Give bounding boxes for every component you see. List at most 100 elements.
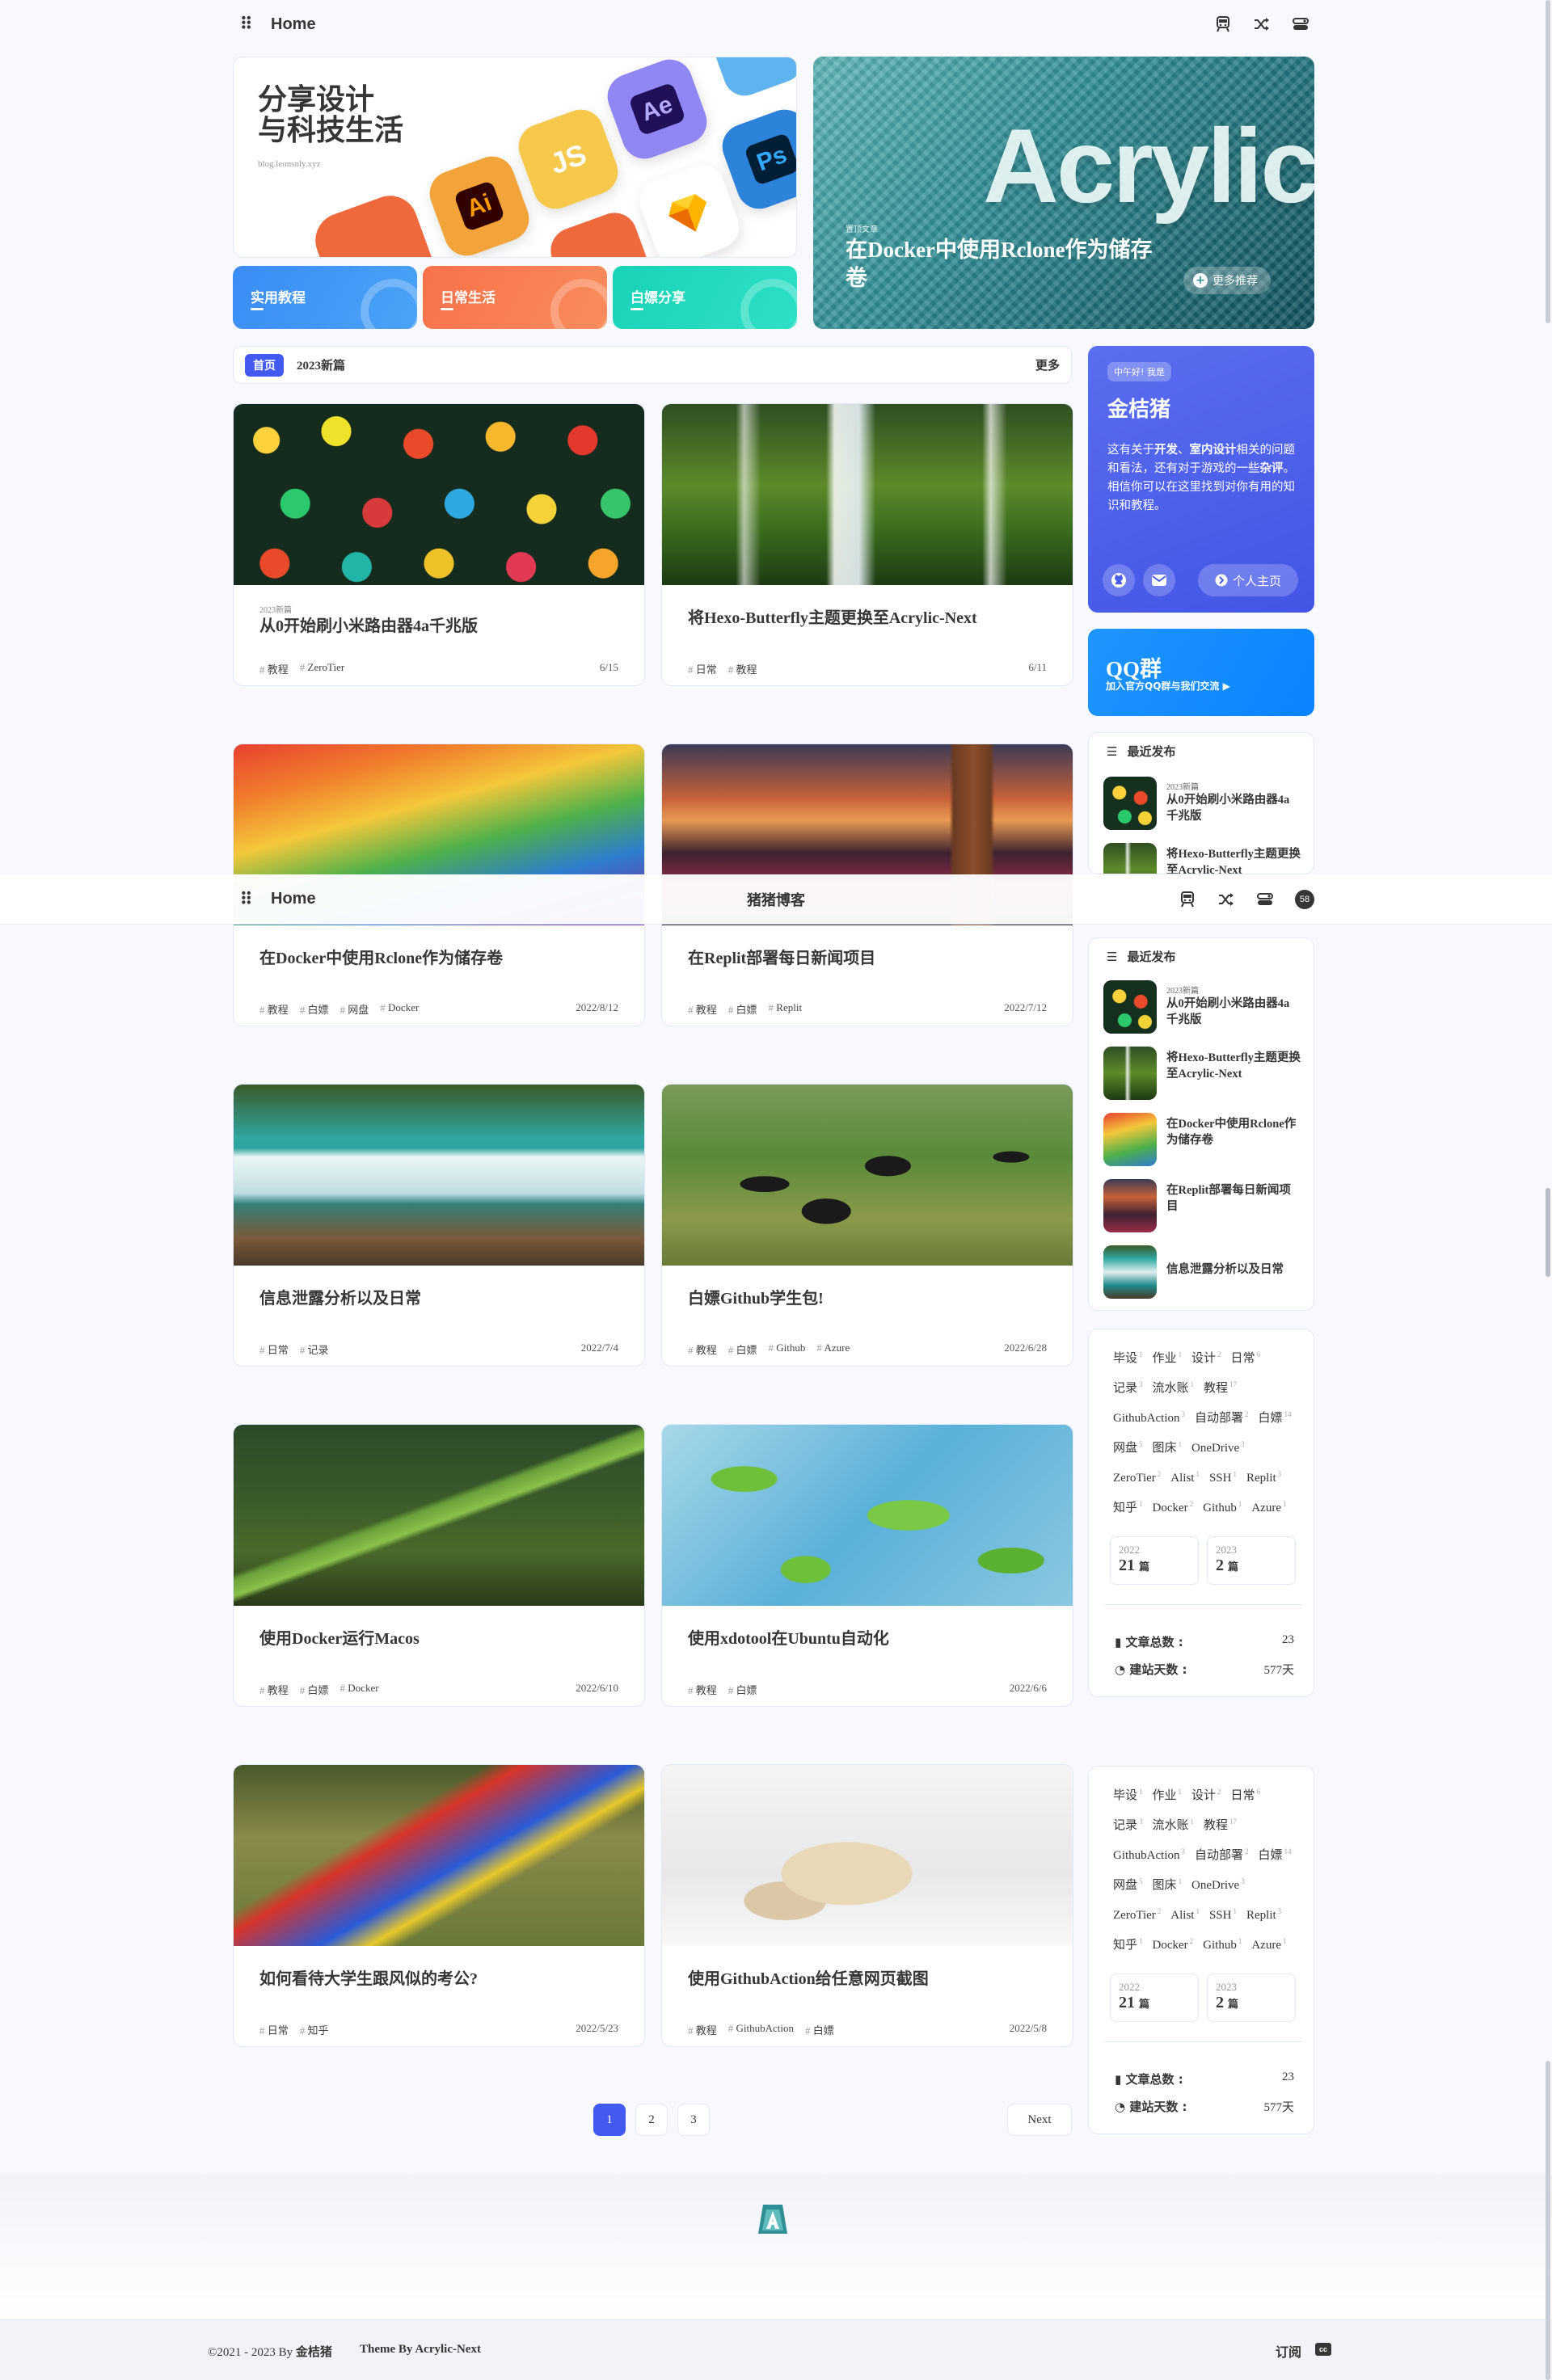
page-3-button[interactable]: 3 [677, 2104, 710, 2136]
post-tag[interactable]: 白嫖 [728, 1682, 757, 1697]
scroll-percent-badge[interactable]: 58 [1295, 889, 1314, 909]
tag-link[interactable]: 设计 2 [1191, 1783, 1221, 1805]
category-freebies-button[interactable]: 白嫖分享 [613, 266, 797, 329]
tag-link[interactable]: 流水账 1 [1153, 1375, 1195, 1397]
personal-home-button[interactable]: 个人主页 [1198, 564, 1298, 596]
post-tag[interactable]: 日常 [688, 661, 717, 676]
recent-item[interactable]: 在Docker中使用Rclone作为储存卷 [1103, 1113, 1301, 1166]
tag-link[interactable]: ZeroTier 2 [1113, 1465, 1161, 1487]
featured-post-card[interactable]: Acrylic 置顶文章 在Docker中使用Rclone作为储存卷 + 更多推… [813, 57, 1314, 329]
tag-link[interactable]: ZeroTier 2 [1113, 1902, 1161, 1924]
qq-group-card[interactable]: QQ群 加入官方QQ群与我们交流 ▶ [1088, 629, 1314, 716]
post-tag[interactable]: Docker [380, 1001, 419, 1017]
post-tag[interactable]: 教程 [688, 1001, 717, 1017]
post-card[interactable]: 将Hexo-Butterfly主题更换至Acrylic-Next 日常教程 6/… [661, 403, 1073, 686]
tag-link[interactable]: 知乎 1 [1113, 1495, 1143, 1517]
recent-item[interactable]: 信息泄露分析以及日常 [1103, 1245, 1301, 1299]
scrollbar-thumb[interactable] [1546, 1188, 1550, 1277]
tag-link[interactable]: Replit 3 [1246, 1465, 1281, 1487]
tab-2023[interactable]: 2023新篇 [297, 356, 345, 373]
menu-grid-icon[interactable]: ⠿ [239, 14, 253, 35]
post-tag[interactable]: ZeroTier [300, 661, 345, 676]
shuffle-icon[interactable] [1217, 891, 1235, 908]
tag-link[interactable]: 毕设 1 [1113, 1783, 1143, 1805]
post-title[interactable]: 使用xdotool在Ubuntu自动化 [688, 1625, 1052, 1649]
more-recommend-button[interactable]: + 更多推荐 [1183, 267, 1271, 294]
post-title[interactable]: 在Replit部署每日新闻项目 [688, 945, 1052, 968]
post-title[interactable]: 将Hexo-Butterfly主题更换至Acrylic-Next [688, 604, 1052, 628]
scrollbar-thumb[interactable] [1546, 2061, 1550, 2380]
category-tutorials-button[interactable]: 实用教程 [233, 266, 417, 329]
category-daily-button[interactable]: 日常生活 [423, 266, 607, 329]
tag-link[interactable]: Docker 2 [1153, 1495, 1194, 1517]
recent-item[interactable]: 将Hexo-Butterfly主题更换至Acrylic-Next [1103, 843, 1301, 874]
post-title[interactable]: 在Docker中使用Rclone作为储存卷 [259, 945, 623, 968]
page-1-button[interactable]: 1 [593, 2104, 626, 2136]
theme-credit[interactable]: Theme By Acrylic-Next [360, 2343, 481, 2357]
tab-home[interactable]: 首页 [245, 353, 284, 377]
tag-link[interactable]: 自动部署 2 [1195, 1843, 1249, 1864]
tag-link[interactable]: 作业 1 [1153, 1783, 1183, 1805]
subscribe-link[interactable]: 订阅 [1276, 2341, 1301, 2361]
post-tag[interactable]: 白嫖 [805, 2022, 834, 2037]
post-title[interactable]: 使用Docker运行Macos [259, 1625, 623, 1649]
tag-link[interactable]: 日常 6 [1231, 1783, 1261, 1805]
post-tag[interactable]: 教程 [688, 2022, 717, 2037]
tag-link[interactable]: 自动部署 2 [1195, 1405, 1249, 1427]
post-title[interactable]: 信息泄露分析以及日常 [259, 1285, 623, 1308]
tag-link[interactable]: 设计 2 [1191, 1346, 1221, 1367]
site-logo-icon[interactable] [755, 2201, 791, 2237]
post-card[interactable]: 信息泄露分析以及日常 日常记录 2022/7/4 [233, 1084, 645, 1367]
post-tag[interactable]: 日常 [259, 2022, 289, 2037]
archive-year-2022[interactable]: 2022 21 篇 [1110, 1974, 1199, 2022]
train-icon[interactable] [1214, 15, 1232, 33]
post-tag[interactable]: 教程 [259, 1682, 289, 1697]
tag-link[interactable]: 网盘 5 [1113, 1435, 1143, 1457]
post-tag[interactable]: 教程 [728, 661, 757, 676]
post-tag[interactable]: 网盘 [340, 1001, 369, 1017]
tag-link[interactable]: 流水账 1 [1153, 1813, 1195, 1834]
tag-link[interactable]: 网盘 5 [1113, 1872, 1143, 1894]
tag-link[interactable]: Docker 2 [1153, 1932, 1194, 1954]
tag-link[interactable]: 记录 3 [1113, 1813, 1143, 1834]
train-icon[interactable] [1179, 891, 1196, 908]
post-title[interactable]: 从0开始刷小米路由器4a千兆版 [259, 613, 623, 636]
post-title[interactable]: 白嫖Github学生包! [688, 1285, 1052, 1308]
post-tag[interactable]: 知乎 [300, 2022, 329, 2037]
tag-link[interactable]: Replit 3 [1246, 1902, 1281, 1924]
next-page-button[interactable]: Next [1007, 2104, 1072, 2136]
post-tag[interactable]: 教程 [259, 1001, 289, 1017]
tag-link[interactable]: GithubAction 3 [1113, 1843, 1185, 1864]
post-title[interactable]: 如何看待大学生跟风似的考公? [259, 1965, 623, 1989]
tag-link[interactable]: OneDrive 3 [1191, 1435, 1245, 1457]
post-card[interactable]: 2023新篇 从0开始刷小米路由器4a千兆版 教程ZeroTier 6/15 [233, 403, 645, 686]
tag-link[interactable]: 图床 1 [1153, 1435, 1183, 1457]
tag-link[interactable]: Github 1 [1203, 1495, 1242, 1517]
tag-link[interactable]: SSH 1 [1209, 1465, 1237, 1487]
tag-link[interactable]: OneDrive 3 [1191, 1872, 1245, 1894]
tag-link[interactable]: 白嫖 14 [1259, 1405, 1292, 1427]
tag-link[interactable]: 教程 17 [1204, 1813, 1237, 1834]
tag-link[interactable]: 日常 6 [1231, 1346, 1261, 1367]
tag-link[interactable]: 白嫖 14 [1259, 1843, 1292, 1864]
tag-link[interactable]: 教程 17 [1204, 1375, 1237, 1397]
archive-year-2022[interactable]: 2022 21 篇 [1110, 1536, 1199, 1585]
tag-link[interactable]: Azure 1 [1251, 1932, 1286, 1954]
post-card[interactable]: 使用xdotool在Ubuntu自动化 教程白嫖 2022/6/6 [661, 1424, 1073, 1707]
tag-link[interactable]: Github 1 [1203, 1932, 1242, 1954]
category-more-link[interactable]: 更多 [1035, 356, 1060, 373]
recent-item[interactable]: 在Replit部署每日新闻项目 [1103, 1179, 1301, 1232]
post-card[interactable]: 使用Docker运行Macos 教程白嫖 Docker 2022/6/10 [233, 1424, 645, 1707]
post-tag[interactable]: Replit [769, 1001, 802, 1017]
tag-link[interactable]: Alist 1 [1170, 1465, 1200, 1487]
post-card[interactable]: 如何看待大学生跟风似的考公? 日常知乎 2022/5/23 [233, 1764, 645, 2047]
post-tag[interactable]: 记录 [300, 1342, 329, 1357]
cc-license-icon[interactable]: cc [1315, 2343, 1331, 2356]
email-icon[interactable] [1143, 564, 1175, 596]
tag-link[interactable]: 作业 1 [1153, 1346, 1183, 1367]
recent-item[interactable]: 2023新篇 从0开始刷小米路由器4a千兆版 [1103, 980, 1301, 1034]
switch-icon[interactable] [1256, 891, 1274, 908]
recent-item[interactable]: 将Hexo-Butterfly主题更换至Acrylic-Next [1103, 1047, 1301, 1100]
archive-year-2023[interactable]: 2023 2 篇 [1207, 1974, 1296, 2022]
post-tag[interactable]: 日常 [259, 1342, 289, 1357]
